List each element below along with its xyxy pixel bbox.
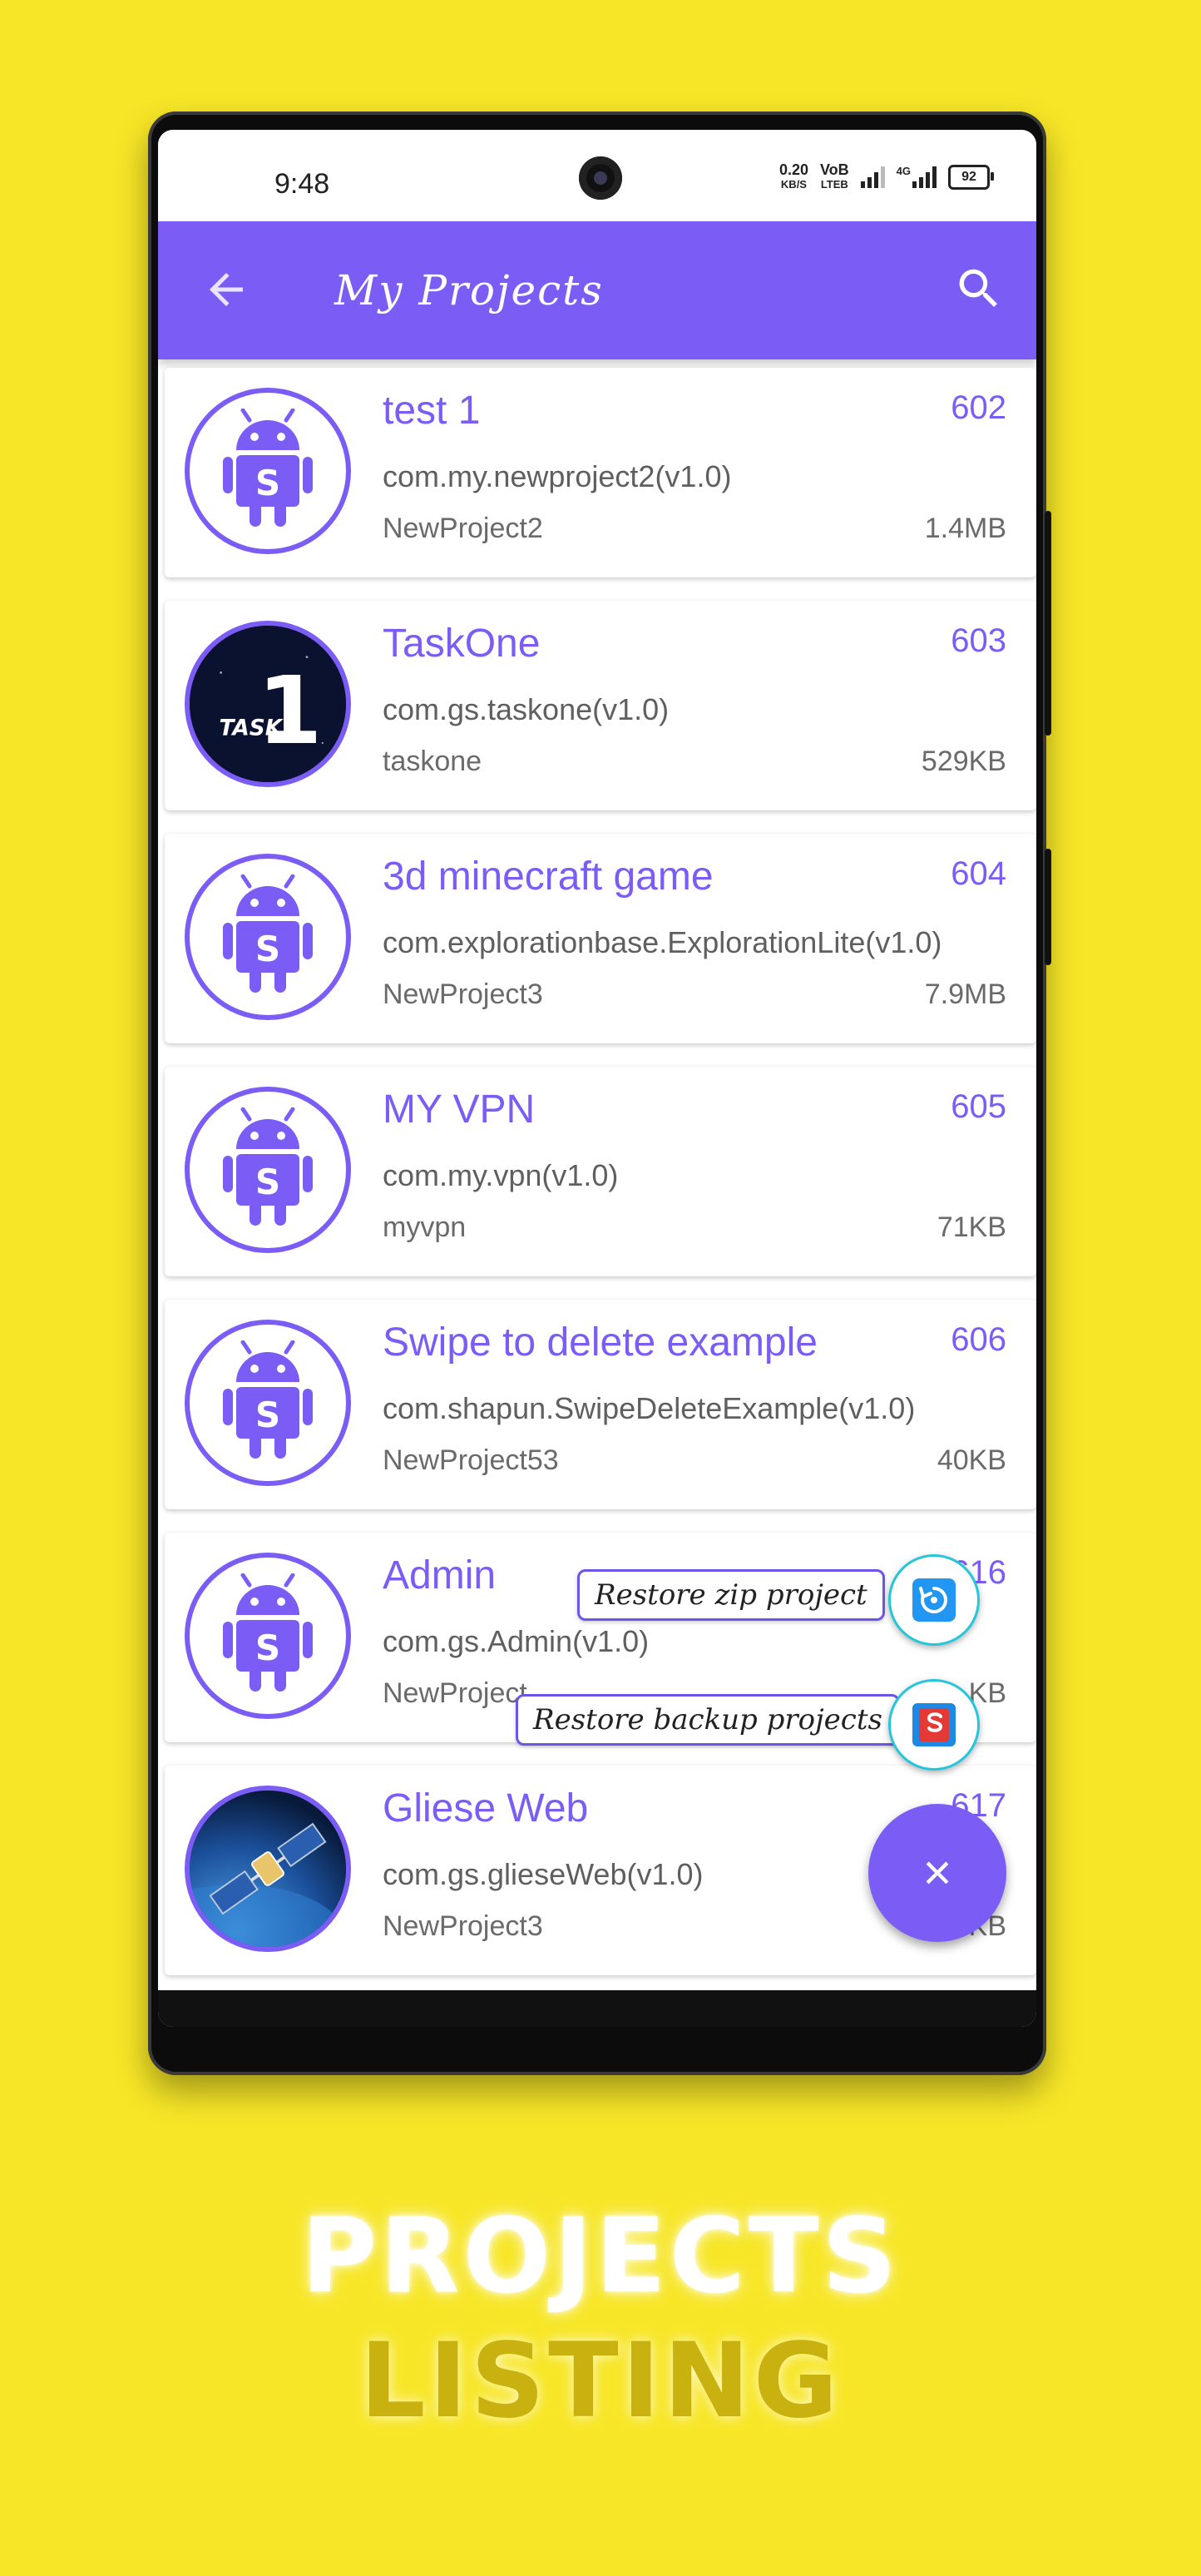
- status-icons: 0.20 KB/S VoB LTEB 4G 92: [778, 161, 994, 191]
- project-folder: taskone: [383, 746, 482, 777]
- phone-screen: 9:48 0.20 KB/S VoB LTEB 4G 92 My Project…: [158, 130, 1036, 2027]
- restore-zip-label[interactable]: Restore zip project: [577, 1569, 885, 1621]
- svg-text:S: S: [255, 463, 280, 503]
- close-icon: ×: [922, 1845, 952, 1900]
- signal-4g-icon: 4G: [897, 166, 937, 188]
- restore-icon: [912, 1578, 956, 1622]
- project-folder: NewProject2: [383, 513, 543, 544]
- project-id: 605: [951, 1088, 1006, 1125]
- project-id: 606: [951, 1321, 1006, 1358]
- volte-bottom: LTEB: [820, 178, 848, 191]
- project-size: 529KB: [921, 746, 1006, 777]
- screen-bottom-edge: [158, 1990, 1036, 2027]
- android-sketchware-icon: S: [185, 1320, 351, 1486]
- project-name: TaskOne: [383, 622, 541, 666]
- project-card[interactable]: S Swipe to delete example 606 com.shapun…: [165, 1300, 1036, 1509]
- project-size: 71KB: [937, 1211, 1006, 1243]
- project-folder: NewProject3: [383, 1910, 543, 1942]
- project-folder: NewProject: [383, 1677, 527, 1709]
- project-card[interactable]: S MY VPN 605 com.my.vpn(v1.0) myvpn 71KB: [165, 1067, 1036, 1276]
- net-speed-unit: KB/S: [780, 178, 807, 191]
- project-size: 7.9MB: [924, 978, 1006, 1010]
- project-name: Swipe to delete example: [383, 1320, 818, 1365]
- project-package: com.shapun.SwipeDeleteExample(v1.0): [383, 1391, 916, 1425]
- project-id: 602: [951, 389, 1006, 426]
- network-type: 4G: [896, 165, 911, 177]
- svg-text:S: S: [255, 1627, 280, 1668]
- volume-button: [1045, 511, 1051, 736]
- project-size: 40KB: [937, 1444, 1006, 1476]
- project-name: Gliese Web: [383, 1786, 589, 1830]
- android-sketchware-icon: S: [185, 388, 351, 554]
- battery-level: 92: [961, 170, 976, 184]
- project-package: com.my.newproject2(v1.0): [383, 459, 732, 493]
- sketchware-backup-icon: [912, 1703, 956, 1746]
- app-bar: My Projects: [158, 221, 1036, 359]
- project-size: 1.4MB: [924, 513, 1006, 544]
- project-id: 603: [951, 622, 1006, 659]
- project-package: com.my.vpn(v1.0): [383, 1158, 619, 1192]
- signal-icon: [860, 166, 885, 188]
- net-speed: 0.20 KB/S: [778, 161, 808, 191]
- restore-backup-button[interactable]: [888, 1679, 980, 1771]
- project-name: 3d minecraft game: [383, 855, 714, 899]
- close-fab-button[interactable]: ×: [868, 1804, 1006, 1942]
- caption-line-2: LISTING: [359, 2321, 842, 2441]
- power-button: [1045, 849, 1051, 965]
- net-speed-value: 0.20: [778, 161, 808, 178]
- android-sketchware-icon: S: [185, 1087, 351, 1253]
- project-package: com.explorationbase.ExplorationLite(v1.0…: [383, 925, 942, 959]
- android-sketchware-icon: S: [185, 1553, 351, 1719]
- project-name: Admin: [383, 1553, 497, 1598]
- phone-frame: 9:48 0.20 KB/S VoB LTEB 4G 92 My Project…: [148, 111, 1051, 2075]
- volte-top: VoB: [819, 161, 849, 178]
- restore-backup-label[interactable]: Restore backup projects: [516, 1694, 900, 1746]
- svg-text:S: S: [255, 1162, 280, 1202]
- project-name: MY VPN: [383, 1087, 536, 1132]
- project-card[interactable]: S test 1 602 com.my.newproject2(v1.0) Ne…: [165, 368, 1036, 577]
- search-icon[interactable]: [953, 263, 1005, 315]
- front-camera: [579, 156, 622, 200]
- page-title: My Projects: [334, 266, 604, 315]
- project-package: com.gs.taskone(v1.0): [383, 692, 670, 726]
- task-icon-number: 1: [257, 656, 322, 765]
- svg-text:S: S: [255, 1395, 280, 1435]
- caption-line-1: PROJECTS: [301, 2197, 900, 2316]
- status-time: 9:48: [274, 168, 330, 200]
- project-package: com.gs.Admin(v1.0): [383, 1624, 650, 1658]
- project-card[interactable]: S 3d minecraft game 604 com.explorationb…: [165, 834, 1036, 1043]
- project-folder: NewProject3: [383, 978, 543, 1010]
- project-folder: myvpn: [383, 1211, 467, 1243]
- project-id: 604: [951, 855, 1006, 892]
- project-name: test 1: [383, 389, 481, 433]
- restore-zip-button[interactable]: [888, 1554, 980, 1646]
- svg-text:S: S: [255, 929, 280, 969]
- volte-indicator: VoB LTEB: [819, 161, 849, 191]
- arrow-left-icon[interactable]: [201, 265, 251, 315]
- android-sketchware-icon: S: [185, 854, 351, 1020]
- project-folder: NewProject53: [383, 1444, 559, 1476]
- battery-icon: 92: [948, 165, 994, 190]
- project-package: com.gs.glieseWeb(v1.0): [383, 1857, 704, 1891]
- status-bar: 9:48 0.20 KB/S VoB LTEB 4G 92: [158, 130, 1036, 221]
- task-1-icon: 1 TASK: [185, 621, 351, 787]
- satellite-icon: [185, 1786, 351, 1952]
- task-icon-text: TASK: [220, 716, 284, 741]
- project-card[interactable]: 1 TASK TaskOne 603 com.gs.taskone(v1.0) …: [165, 601, 1036, 810]
